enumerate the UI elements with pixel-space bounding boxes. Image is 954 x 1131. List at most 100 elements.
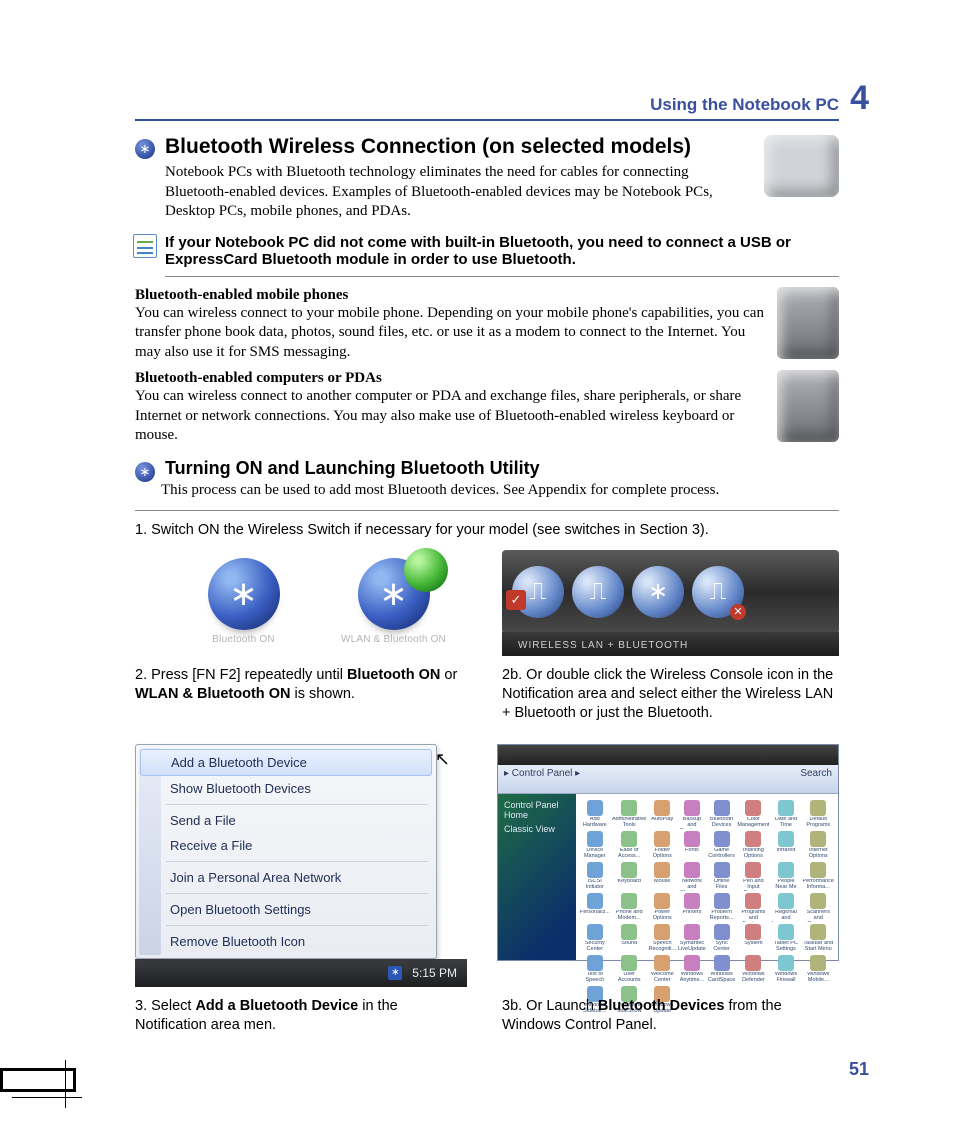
console-wifi-icon: ⎍ <box>572 566 624 618</box>
control-panel-item[interactable]: Problem Reports... <box>708 893 736 922</box>
section-bluetooth-connection: ∗ Bluetooth Wireless Connection (on sele… <box>135 135 839 222</box>
control-panel-item[interactable]: Mouse <box>648 862 676 891</box>
taskbar-time: 5:15 PM <box>412 966 457 980</box>
osd-wlan-bluetooth-on: ∗ WLAN & Bluetooth ON <box>339 558 449 645</box>
control-panel-item[interactable]: Fonts <box>678 831 706 860</box>
text-bold: WLAN & Bluetooth ON <box>135 686 290 702</box>
control-panel-sidebar: Control Panel Home Classic View <box>498 794 576 960</box>
control-panel-item[interactable]: Symantec LiveUpdate <box>678 924 706 953</box>
control-panel-item[interactable]: Device Manager <box>580 831 610 860</box>
sidebar-heading: Control Panel Home <box>504 800 570 820</box>
chapter-number: 4 <box>850 79 869 118</box>
cursor-icon: ↖ <box>435 749 450 770</box>
console-bluetooth-icon: ∗ <box>632 566 684 618</box>
control-panel-item[interactable]: Welcome Center <box>648 955 676 984</box>
control-panel-item[interactable]: Speech Recogniti... <box>648 924 676 953</box>
control-panel-item[interactable]: Security Center <box>580 924 610 953</box>
subsection-computers-pdas: Bluetooth-enabled computers or PDAs You … <box>135 370 839 446</box>
breadcrumb[interactable]: ▸ Control Panel ▸ <box>504 768 580 790</box>
control-panel-item[interactable]: Windows Mobile... <box>803 955 835 984</box>
taskbar: ∗ 5:15 PM <box>135 959 467 987</box>
control-panel-item[interactable]: Personaliz... <box>580 893 610 922</box>
control-panel-item[interactable]: AutoPlay <box>648 800 676 829</box>
control-panel-item[interactable]: Regional and Language... <box>771 893 800 922</box>
step-2b: 2b. Or double click the Wireless Console… <box>502 666 839 723</box>
control-panel-item[interactable]: Sound <box>612 924 647 953</box>
control-panel-main: Add HardwareAdministrative ToolsAutoPlay… <box>576 794 838 960</box>
control-panel-item[interactable]: Phone and Modem... <box>612 893 647 922</box>
menu-item-open-settings[interactable]: Open Bluetooth Settings <box>136 897 436 922</box>
sub-text: You can wireless connect to your mobile … <box>135 304 839 363</box>
control-panel-item[interactable]: Game Controllers <box>708 831 736 860</box>
step-2: 2. Press [FN F2] repeatedly until Blueto… <box>135 666 472 704</box>
control-panel-item[interactable]: Indexing Options <box>737 831 769 860</box>
control-panel-item[interactable]: Date and Time <box>771 800 800 829</box>
control-panel-item[interactable]: Folder Options <box>648 831 676 860</box>
control-panel-item[interactable]: Performance Informa... <box>803 862 835 891</box>
control-panel-item[interactable]: Windows Firewall <box>771 955 800 984</box>
control-panel-item[interactable]: iSCSI Initiator <box>580 862 610 891</box>
control-panel-item[interactable]: Administrative Tools <box>612 800 647 829</box>
figure-control-panel: ▸ Control Panel ▸ Search Control Panel H… <box>497 744 839 961</box>
console-off-icon: ⎍ <box>692 566 744 618</box>
control-panel-item[interactable]: People Near Me <box>771 862 800 891</box>
sub-text: You can wireless connect to another comp… <box>135 387 839 446</box>
control-panel-item[interactable]: Scanners and Cameras <box>803 893 835 922</box>
control-panel-item[interactable]: Bluetooth Devices <box>708 800 736 829</box>
control-panel-item[interactable]: Pen and Input Devices <box>737 862 769 891</box>
control-panel-item[interactable]: Windows Anytime... <box>678 955 706 984</box>
window-titlebar <box>498 745 838 765</box>
menu-item-send-file[interactable]: Send a File <box>136 808 436 833</box>
sub-heading: Bluetooth-enabled computers or PDAs <box>135 370 839 387</box>
control-panel-item[interactable]: Color Management <box>737 800 769 829</box>
section-title: Bluetooth Wireless Connection (on select… <box>165 135 839 159</box>
bluetooth-icon: ∗ <box>133 460 157 484</box>
control-panel-item[interactable]: Offline Files <box>708 862 736 891</box>
console-label: Wireless Lan + Bluetooth <box>518 640 688 651</box>
control-panel-item[interactable]: Sync Center <box>708 924 736 953</box>
menu-item-add-device[interactable]: Add a Bluetooth Device <box>140 749 432 776</box>
control-panel-item[interactable]: Programs and Features <box>737 893 769 922</box>
rule <box>135 510 839 511</box>
sidebar-classic-view[interactable]: Classic View <box>504 824 570 834</box>
step-3b: 3b. Or Launch Bluetooth Devices from the… <box>502 997 839 1035</box>
control-panel-item[interactable]: Power Options <box>648 893 676 922</box>
text: 3. Select <box>135 998 195 1014</box>
control-panel-item[interactable]: Add Hardware <box>580 800 610 829</box>
text: or <box>440 667 457 683</box>
control-panel-item[interactable]: System <box>737 924 769 953</box>
menu-item-join-pan[interactable]: Join a Personal Area Network <box>136 865 436 890</box>
control-panel-item[interactable]: Default Programs <box>803 800 835 829</box>
control-panel-item[interactable]: Windows Defender <box>737 955 769 984</box>
control-panel-item[interactable]: Tablet PC Settings <box>771 924 800 953</box>
control-panel-item[interactable]: Network and Sharing... <box>678 862 706 891</box>
note-icon <box>133 234 157 258</box>
menu-item-remove-icon[interactable]: Remove Bluetooth Icon <box>136 929 436 954</box>
osd-bluetooth-on: ∗ Bluetooth ON <box>189 558 299 645</box>
taskbar-bluetooth-icon[interactable]: ∗ <box>388 966 402 980</box>
section-intro: Notebook PCs with Bluetooth technology e… <box>165 163 839 222</box>
figure-osd-icons: ∗ Bluetooth ON ∗ WLAN & Bluetooth ON <box>135 550 472 647</box>
control-panel-item[interactable]: Keyboard <box>612 862 647 891</box>
control-panel-item[interactable]: Windows CardSpace <box>708 955 736 984</box>
control-panel-item[interactable]: Text to Speech <box>580 955 610 984</box>
window-toolbar: ▸ Control Panel ▸ Search <box>498 765 838 794</box>
control-panel-item[interactable]: Internet Options <box>803 831 835 860</box>
figure-wireless-console: ⎍ ⎍ ∗ ⎍ Wireless Lan + Bluetooth <box>502 550 839 656</box>
menu-item-receive-file[interactable]: Receive a File <box>136 833 436 858</box>
control-panel-item[interactable]: Ease of Access... <box>612 831 647 860</box>
control-panel-item[interactable]: Printers <box>678 893 706 922</box>
page-number: 51 <box>135 1059 869 1080</box>
menu-item-show-devices[interactable]: Show Bluetooth Devices <box>136 776 436 801</box>
figure-context-menu: ↖ Add a Bluetooth Device Show Bluetooth … <box>135 744 467 987</box>
text: is shown. <box>290 686 354 702</box>
step-3-row: 3. Select Add a Bluetooth Device in the … <box>135 993 839 1039</box>
header-title: Using the Notebook PC <box>135 95 839 115</box>
control-panel-item[interactable]: Taskbar and Start Menu <box>803 924 835 953</box>
console-wifi-bt-icon: ⎍ <box>512 566 564 618</box>
control-panel-item[interactable]: User Accounts <box>612 955 647 984</box>
control-panel-item[interactable]: Infrared <box>771 831 800 860</box>
search-field[interactable]: Search <box>800 768 832 790</box>
page-header: Using the Notebook PC 4 <box>135 95 839 121</box>
control-panel-item[interactable]: Backup and Restore... <box>678 800 706 829</box>
